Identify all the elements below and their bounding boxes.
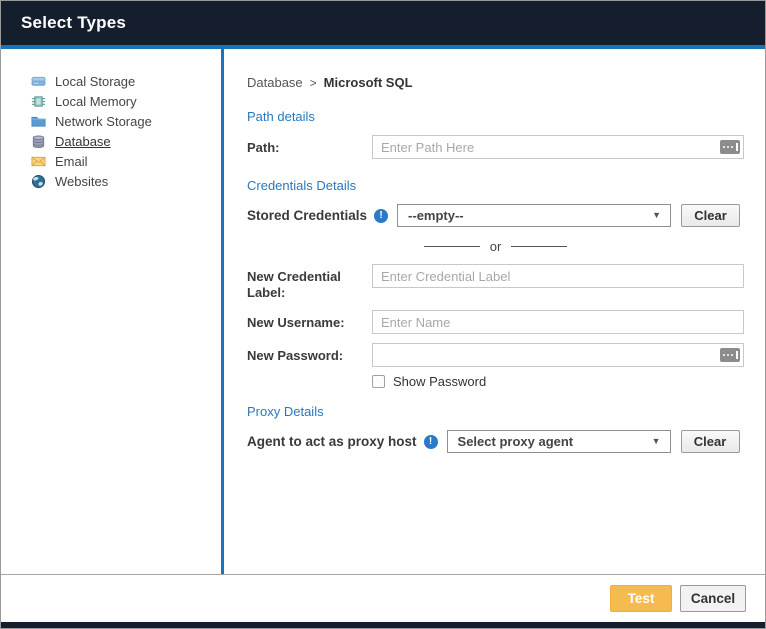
dialog-titlebar: Select Types (1, 1, 765, 45)
proxy-details-heading: Proxy Details (247, 404, 744, 419)
drive-icon (31, 74, 46, 89)
divider-line (511, 246, 567, 247)
proxy-agent-label: Agent to act as proxy host (247, 434, 417, 449)
stored-credentials-row: Stored Credentials --empty-- Clear (247, 204, 744, 227)
clear-proxy-agent-button[interactable]: Clear (681, 430, 740, 453)
new-credential-label-input[interactable] (372, 264, 744, 288)
proxy-agent-value: Select proxy agent (458, 434, 574, 449)
new-username-row: New Username: (247, 310, 744, 334)
dialog-body: Local Storage Local Memory Network Stora… (1, 49, 765, 574)
sidebar-item-websites[interactable]: Websites (1, 171, 221, 191)
envelope-icon (31, 154, 46, 169)
show-password-row: Show Password (372, 373, 744, 389)
breadcrumb: Database > Microsoft SQL (247, 75, 744, 90)
test-button[interactable]: Test (610, 585, 672, 612)
path-row: Path: (247, 135, 744, 159)
chevron-down-icon (652, 211, 661, 220)
new-credential-label-row: New Credential Label: (247, 264, 744, 301)
show-password-checkbox[interactable] (372, 375, 385, 388)
breadcrumb-parent[interactable]: Database (247, 75, 303, 90)
proxy-agent-select[interactable]: Select proxy agent (447, 430, 671, 453)
bottom-accent-bar (1, 622, 765, 628)
dialog-footer: Test Cancel (1, 574, 765, 622)
new-password-input[interactable] (372, 343, 744, 367)
stored-credentials-select[interactable]: --empty-- (397, 204, 671, 227)
insert-variable-icon[interactable] (720, 140, 740, 154)
database-icon (31, 134, 46, 149)
new-password-wrap (372, 343, 744, 367)
insert-variable-icon[interactable] (720, 348, 740, 362)
show-password-label: Show Password (393, 374, 486, 389)
sidebar-item-label: Email (55, 154, 88, 169)
path-input[interactable] (372, 135, 744, 159)
chevron-down-icon (652, 437, 661, 446)
credentials-details-heading: Credentials Details (247, 178, 744, 193)
new-credential-label-wrap (372, 264, 744, 288)
new-username-wrap (372, 310, 744, 334)
select-types-dialog: Select Types Local Storage Local Memor (0, 0, 766, 629)
new-username-input[interactable] (372, 310, 744, 334)
new-credential-label-label: New Credential Label: (247, 264, 372, 301)
stored-credentials-value: --empty-- (408, 208, 464, 223)
folder-icon (31, 114, 46, 129)
new-password-label: New Password: (247, 343, 372, 364)
sidebar-item-label: Local Storage (55, 74, 135, 89)
globe-icon (31, 174, 46, 189)
sidebar-item-database[interactable]: Database (1, 131, 221, 151)
type-config-panel: Database > Microsoft SQL Path details Pa… (224, 49, 765, 574)
sidebar-item-email[interactable]: Email (1, 151, 221, 171)
info-icon[interactable] (374, 209, 388, 223)
dialog-title: Select Types (21, 13, 126, 33)
info-icon[interactable] (424, 435, 438, 449)
clear-stored-credentials-button[interactable]: Clear (681, 204, 740, 227)
path-input-wrap (372, 135, 744, 159)
chip-icon (31, 94, 46, 109)
cancel-button[interactable]: Cancel (680, 585, 746, 612)
or-text: or (490, 239, 502, 254)
type-sidebar: Local Storage Local Memory Network Stora… (1, 49, 224, 574)
sidebar-item-label: Websites (55, 174, 108, 189)
sidebar-item-label: Local Memory (55, 94, 137, 109)
breadcrumb-separator-icon: > (310, 76, 317, 90)
proxy-agent-row: Agent to act as proxy host Select proxy … (247, 430, 744, 453)
breadcrumb-current: Microsoft SQL (324, 75, 413, 90)
new-username-label: New Username: (247, 310, 372, 331)
divider-line (424, 246, 480, 247)
sidebar-item-label: Database (55, 134, 111, 149)
sidebar-item-local-storage[interactable]: Local Storage (1, 71, 221, 91)
sidebar-item-network-storage[interactable]: Network Storage (1, 111, 221, 131)
sidebar-item-local-memory[interactable]: Local Memory (1, 91, 221, 111)
or-divider: or (247, 239, 744, 254)
new-password-row: New Password: (247, 343, 744, 367)
path-label: Path: (247, 135, 372, 156)
stored-credentials-label: Stored Credentials (247, 208, 367, 223)
path-details-heading: Path details (247, 109, 744, 124)
sidebar-item-label: Network Storage (55, 114, 152, 129)
